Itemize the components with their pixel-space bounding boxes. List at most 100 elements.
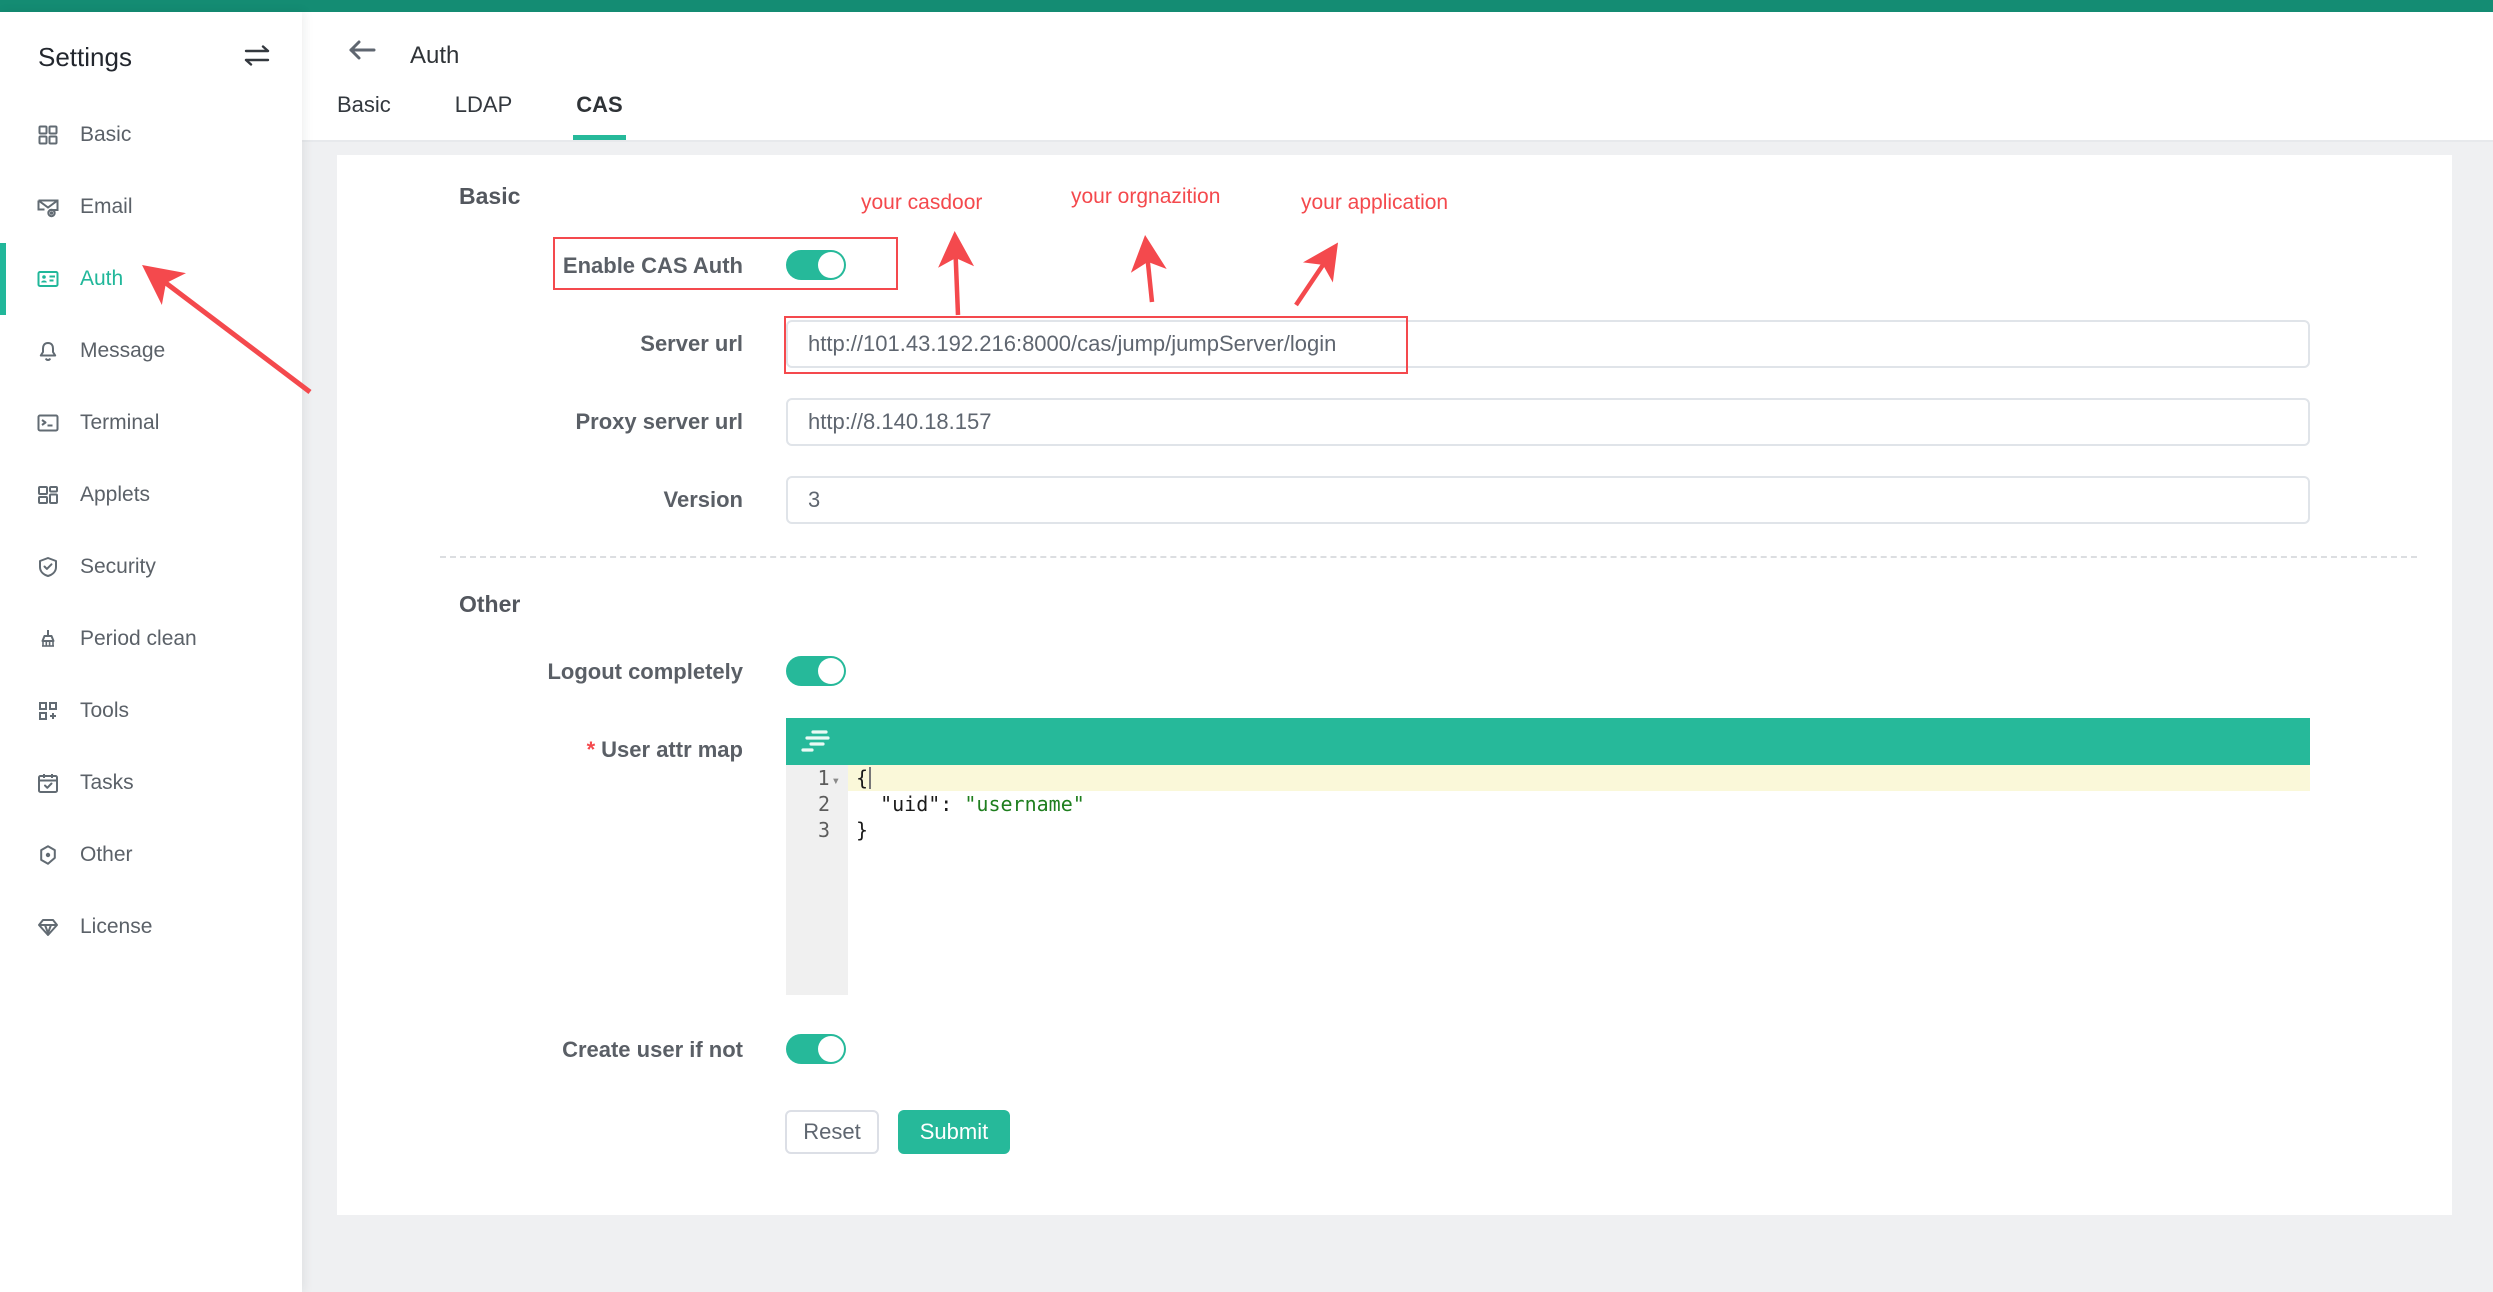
code-text: { — [856, 766, 868, 790]
sidebar-item-label: Tools — [80, 699, 129, 723]
tab-bar: Basic LDAP CAS — [337, 92, 687, 140]
enable-cas-auth-toggle[interactable] — [786, 250, 846, 280]
sidebar-item-terminal[interactable]: Terminal — [0, 387, 302, 459]
enable-cas-auth-label: Enable CAS Auth — [337, 253, 743, 279]
code-line-2[interactable]: "uid": "username" — [848, 791, 2310, 817]
logout-completely-label: Logout completely — [337, 659, 743, 685]
create-user-if-not-toggle[interactable] — [786, 1034, 846, 1064]
annotation-your-organization: your orgnazition — [1071, 185, 1220, 209]
toggle-knob — [818, 252, 844, 278]
section-title-other: Other — [459, 591, 520, 618]
sidebar-item-security[interactable]: Security — [0, 531, 302, 603]
email-gear-icon — [36, 195, 60, 219]
tab-basic[interactable]: Basic — [337, 92, 391, 140]
server-url-label: Server url — [337, 331, 743, 357]
sidebar-item-label: Terminal — [80, 411, 159, 435]
settings-sidebar: Settings Basic Email — [0, 12, 302, 1292]
settings-card: Basic your casdoor your orgnazition your… — [337, 155, 2452, 1215]
editor-body[interactable]: 1▾ 2 3 { "uid": "username" } — [786, 765, 2310, 995]
create-user-if-not-label: Create user if not — [337, 1037, 743, 1063]
submit-button[interactable]: Submit — [898, 1110, 1010, 1154]
tab-cas[interactable]: CAS — [576, 92, 622, 140]
grid-icon — [36, 123, 60, 147]
sidebar-item-tasks[interactable]: Tasks — [0, 747, 302, 819]
tab-label: CAS — [576, 92, 622, 117]
page-title: Auth — [410, 42, 459, 70]
version-input[interactable] — [786, 476, 2310, 524]
collapse-sidebar-icon[interactable] — [244, 44, 270, 68]
sidebar-item-email[interactable]: Email — [0, 171, 302, 243]
tab-label: Basic — [337, 92, 391, 117]
top-brand-bar — [0, 0, 2493, 12]
proxy-server-url-label: Proxy server url — [337, 409, 743, 435]
code-text: "uid": — [856, 792, 964, 816]
logout-completely-toggle[interactable] — [786, 656, 846, 686]
annotation-your-application: your application — [1301, 191, 1448, 215]
sidebar-item-other[interactable]: Other — [0, 819, 302, 891]
sidebar-item-basic[interactable]: Basic — [0, 99, 302, 171]
toggle-knob — [818, 658, 844, 684]
id-card-icon — [36, 267, 60, 291]
gear-icon — [36, 843, 60, 867]
broom-icon — [36, 627, 60, 651]
tools-icon — [36, 699, 60, 723]
annotation-your-casdoor: your casdoor — [861, 191, 982, 215]
sidebar-item-label: Basic — [80, 123, 131, 147]
editor-gutter: 1▾ 2 3 — [786, 765, 848, 995]
user-attr-map-editor[interactable]: 1▾ 2 3 { "uid": "username" } — [786, 718, 2310, 995]
sidebar-item-label: Security — [80, 555, 156, 579]
sidebar-item-auth[interactable]: Auth — [0, 243, 302, 315]
code-line-1[interactable]: { — [848, 765, 2310, 791]
toggle-knob — [818, 1036, 844, 1062]
proxy-server-url-input[interactable] — [786, 398, 2310, 446]
sidebar-item-period-clean[interactable]: Period clean — [0, 603, 302, 675]
sidebar-item-applets[interactable]: Applets — [0, 459, 302, 531]
sidebar-item-label: Message — [80, 339, 165, 363]
server-url-input[interactable] — [786, 320, 2310, 368]
editor-toolbar — [786, 718, 2310, 765]
sidebar-header: Settings — [0, 12, 302, 88]
line-number: 2 — [818, 792, 830, 816]
tab-label: LDAP — [455, 92, 512, 117]
gutter-line-3: 3 — [786, 817, 848, 843]
sidebar-item-label: Tasks — [80, 771, 134, 795]
back-arrow-icon[interactable] — [345, 34, 379, 66]
code-string-token: "username" — [964, 792, 1084, 816]
user-attr-map-label-text: User attr map — [601, 737, 743, 762]
active-tab-underline — [573, 135, 625, 140]
sidebar-item-label: Auth — [80, 267, 123, 291]
calendar-check-icon — [36, 771, 60, 795]
user-attr-map-label: *User attr map — [337, 737, 743, 763]
applets-grid-icon — [36, 483, 60, 507]
page-header: Auth Basic LDAP CAS — [302, 12, 2493, 142]
page-body: Basic your casdoor your orgnazition your… — [302, 142, 2493, 1292]
license-gem-icon — [36, 915, 60, 939]
gutter-line-2: 2 — [786, 791, 848, 817]
fold-caret-icon[interactable]: ▾ — [832, 773, 840, 789]
sidebar-item-tools[interactable]: Tools — [0, 675, 302, 747]
line-number: 3 — [818, 818, 830, 842]
terminal-icon — [36, 411, 60, 435]
section-divider — [440, 556, 2417, 558]
sidebar-item-label: License — [80, 915, 152, 939]
sidebar-item-message[interactable]: Message — [0, 315, 302, 387]
shield-check-icon — [36, 555, 60, 579]
content-area: Auth Basic LDAP CAS Basic your casdoor y… — [302, 12, 2493, 1292]
format-code-icon[interactable] — [798, 726, 834, 758]
section-title-basic: Basic — [459, 183, 520, 210]
sidebar-item-license[interactable]: License — [0, 891, 302, 963]
reset-button[interactable]: Reset — [785, 1110, 879, 1154]
sidebar-menu: Basic Email Auth — [0, 99, 302, 963]
text-cursor — [869, 767, 871, 789]
bell-icon — [36, 339, 60, 363]
sidebar-item-label: Other — [80, 843, 133, 867]
sidebar-item-label: Period clean — [80, 627, 197, 651]
sidebar-item-label: Applets — [80, 483, 150, 507]
sidebar-item-label: Email — [80, 195, 133, 219]
required-asterisk: * — [587, 737, 596, 762]
gutter-line-1: 1▾ — [786, 765, 848, 791]
tab-ldap[interactable]: LDAP — [455, 92, 512, 140]
code-text: } — [856, 818, 868, 842]
code-line-3[interactable]: } — [848, 817, 2310, 843]
sidebar-title: Settings — [38, 42, 132, 73]
